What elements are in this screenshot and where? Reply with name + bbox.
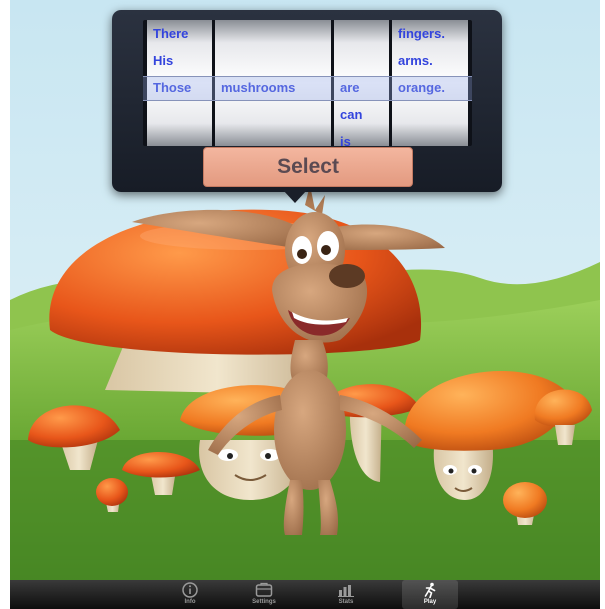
tab-settings[interactable]: Settings	[236, 580, 292, 609]
picker-row[interactable]: can	[340, 105, 387, 125]
popover-arrow	[283, 190, 307, 203]
picker-row[interactable]	[340, 51, 387, 71]
picker-row[interactable]	[398, 132, 466, 146]
tab-label: Info	[184, 599, 196, 605]
select-button[interactable]: Select	[203, 147, 413, 187]
picker-row[interactable]: fingers.	[398, 24, 466, 44]
picker-row[interactable]	[153, 105, 210, 125]
picker-row[interactable]	[153, 132, 210, 146]
tab-stats[interactable]: Stats	[318, 580, 374, 609]
picker-row[interactable]	[221, 105, 329, 125]
picker-column-subject[interactable]: There His Those	[147, 20, 212, 146]
picker-row-selected[interactable]: orange.	[398, 78, 466, 98]
picker-row[interactable]	[398, 105, 466, 125]
sentence-picker[interactable]: There His Those mushrooms are can is fin…	[143, 20, 472, 146]
picker-row-selected[interactable]: mushrooms	[221, 78, 329, 98]
picker-row-selected[interactable]: are	[340, 78, 387, 98]
tab-label: Stats	[338, 599, 354, 605]
settings-icon	[255, 582, 273, 597]
tab-info[interactable]: Info	[162, 580, 218, 609]
stats-icon	[338, 585, 354, 597]
tab-play[interactable]: Play	[402, 580, 458, 609]
picker-column-ending[interactable]: fingers. arms. orange.	[392, 20, 468, 146]
tab-label: Play	[423, 599, 437, 605]
info-icon	[182, 582, 198, 598]
picker-row[interactable]: arms.	[398, 51, 466, 71]
picker-row[interactable]: is	[340, 132, 387, 146]
picker-row-selected[interactable]: Those	[153, 78, 210, 98]
picker-column-verb[interactable]: are can is	[334, 20, 389, 146]
picker-row[interactable]	[221, 51, 329, 71]
word-picker-popover: There His Those mushrooms are can is fin…	[112, 10, 502, 192]
play-icon	[424, 582, 436, 598]
picker-row[interactable]	[221, 24, 329, 44]
picker-row[interactable]: There	[153, 24, 210, 44]
picker-row[interactable]: His	[153, 51, 210, 71]
picker-row[interactable]	[340, 24, 387, 44]
tab-bar: Info Settings Stats Play	[10, 580, 600, 609]
tab-label: Settings	[252, 599, 276, 605]
picker-column-noun[interactable]: mushrooms	[215, 20, 331, 146]
picker-row[interactable]	[221, 132, 329, 146]
